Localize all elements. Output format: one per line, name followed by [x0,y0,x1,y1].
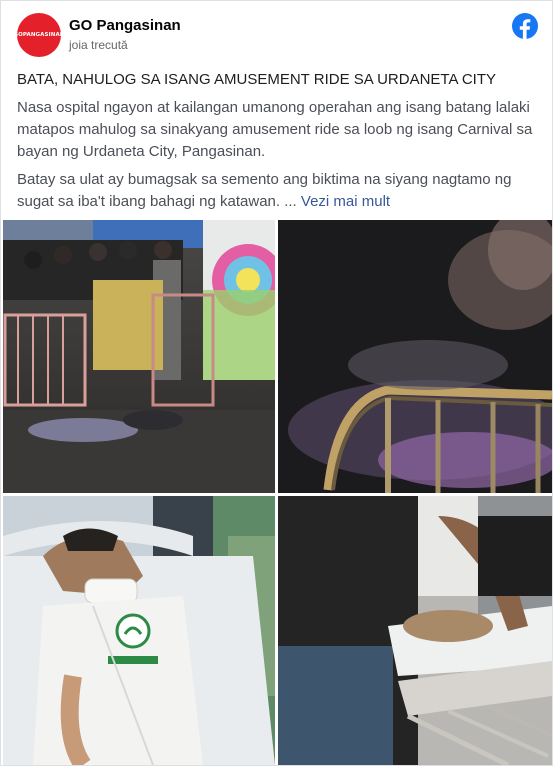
hospital-treatment-photo[interactable] [278,496,552,765]
avatar-logo-text: GOPANGASINAN [13,32,65,38]
facebook-icon[interactable] [512,13,538,39]
carnival-scene-photo[interactable] [3,220,275,493]
post-headline: BATA, NAHULOG SA ISANG AMUSEMENT RIDE SA… [17,71,496,88]
photo-grid [3,220,552,765]
post-header: GOPANGASINAN GO Pangasinan joia trecută [13,11,540,59]
post-paragraph-2: Batay sa ulat ay bumagsak sa semento ang… [17,169,542,213]
post-timestamp[interactable]: joia trecută [69,38,128,52]
see-more-link[interactable]: Vezi mai mult [301,193,390,210]
blurry-railing-photo[interactable] [278,220,552,493]
post-body: BATA, NAHULOG SA ISANG AMUSEMENT RIDE SA… [17,70,542,219]
post-paragraph-2-text: Batay sa ulat ay bumagsak sa semento ang… [17,171,512,210]
facebook-post-card: GOPANGASINAN GO Pangasinan joia trecută … [0,0,553,766]
page-name-link[interactable]: GO Pangasinan [69,17,181,34]
post-paragraph-1: Nasa ospital ngayon at kailangan umanong… [17,99,533,160]
hospital-bed-child-photo[interactable] [3,496,275,765]
page-avatar[interactable]: GOPANGASINAN [13,13,64,57]
